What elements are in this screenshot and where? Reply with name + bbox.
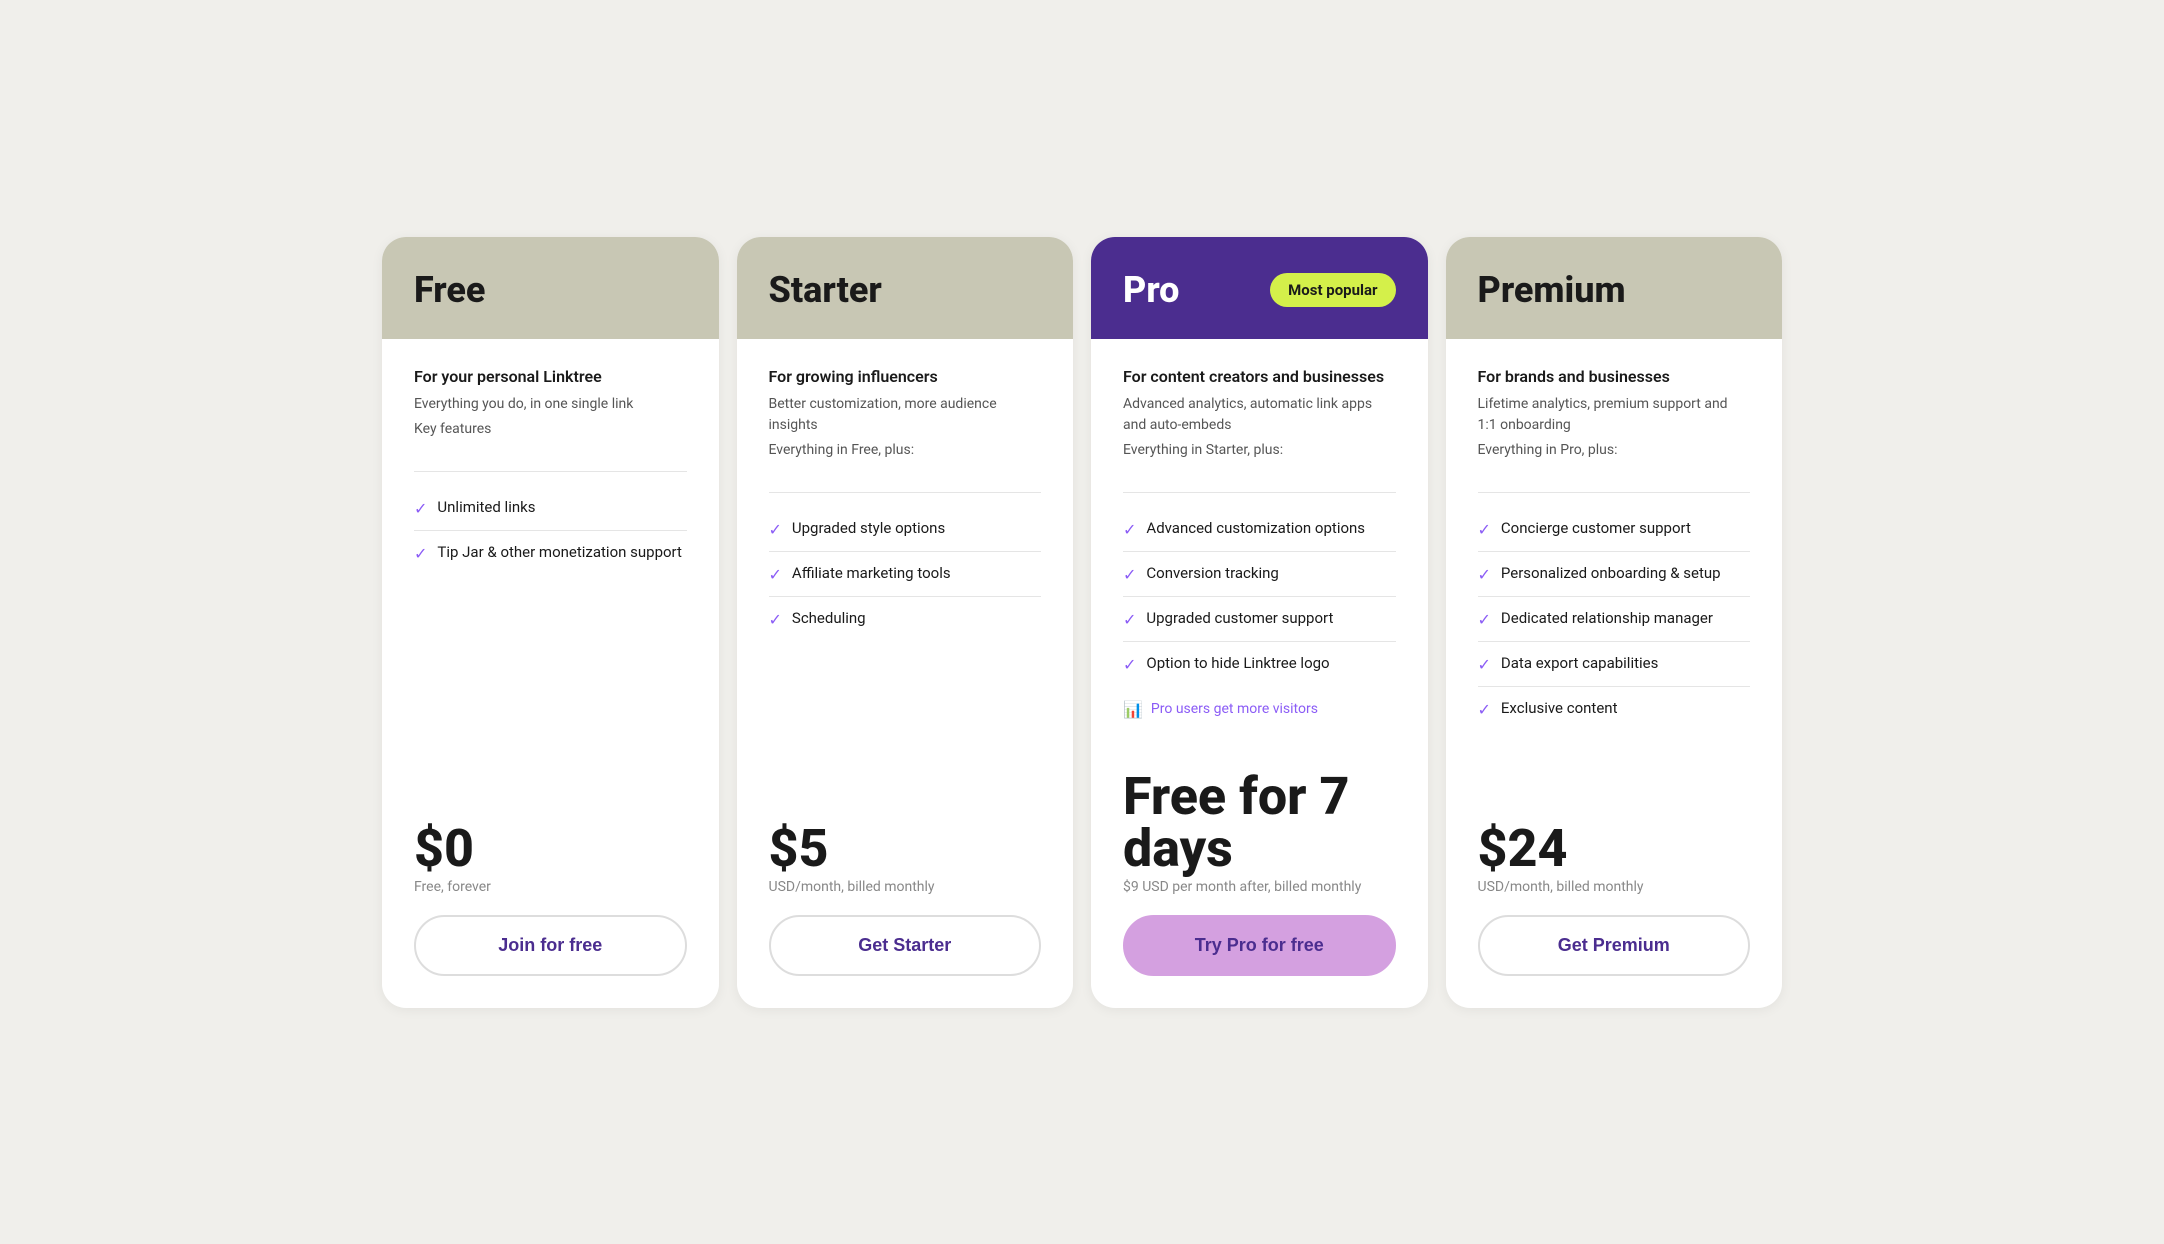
card-header-starter: Starter [737, 237, 1074, 339]
feature-list-premium: ✓ Concierge customer support ✓ Personalized… [1478, 507, 1751, 771]
cta-button-free[interactable]: Join for free [414, 915, 687, 976]
card-header-pro: Pro Most popular [1091, 237, 1428, 339]
card-header-premium: Premium [1446, 237, 1783, 339]
price-pro: Free for 7 days [1123, 771, 1396, 875]
feature-item: ✓ Advanced customization options [1123, 507, 1396, 552]
feature-text: Conversion tracking [1146, 564, 1278, 582]
feature-item: ✓ Conversion tracking [1123, 552, 1396, 597]
feature-item: ✓ Upgraded style options [769, 507, 1042, 552]
check-icon: ✓ [1478, 610, 1491, 629]
card-footer-premium: $24 USD/month, billed monthly Get Premium [1446, 799, 1783, 1008]
feature-text: Upgraded customer support [1146, 609, 1333, 627]
feature-list-free: ✓ Unlimited links ✓ Tip Jar & other monetiz… [414, 486, 687, 771]
card-footer-free: $0 Free, forever Join for free [382, 799, 719, 1008]
feature-text: Tip Jar & other monetization support [437, 543, 682, 561]
plan-name-starter: Starter [769, 269, 882, 311]
feature-item: ✓ Scheduling [769, 597, 1042, 641]
plan-tagline-starter: For growing influencers [769, 367, 1042, 386]
cta-button-starter[interactable]: Get Starter [769, 915, 1042, 976]
plan-name-pro: Pro [1123, 269, 1179, 311]
price-sub-starter: USD/month, billed monthly [769, 879, 1042, 895]
check-icon: ✓ [414, 544, 427, 563]
feature-text: Personalized onboarding & setup [1501, 564, 1721, 582]
plan-name-free: Free [414, 269, 485, 311]
check-icon: ✓ [1123, 655, 1136, 674]
pricing-card-premium: Premium For brands and businesses Lifetime… [1446, 237, 1783, 1008]
promo-text: Pro users get more visitors [1151, 701, 1318, 717]
check-icon: ✓ [769, 610, 782, 629]
plan-tagline-premium: For brands and businesses [1478, 367, 1751, 386]
card-body-premium: For brands and businesses Lifetime analyt… [1446, 339, 1783, 799]
feature-item: ✓ Dedicated relationship manager [1478, 597, 1751, 642]
most-popular-badge: Most popular [1270, 273, 1395, 307]
feature-item: ✓ Personalized onboarding & setup [1478, 552, 1751, 597]
plan-tagline-pro: For content creators and businesses [1123, 367, 1396, 386]
feature-text: Dedicated relationship manager [1501, 609, 1713, 627]
check-icon: ✓ [414, 499, 427, 518]
pricing-card-pro: Pro Most popular For content creators and … [1091, 237, 1428, 1008]
plan-description-starter: Better customization, more audience insi… [769, 394, 1042, 436]
plan-description-free: Everything you do, in one single link [414, 394, 687, 415]
feature-text: Exclusive content [1501, 699, 1618, 717]
price-sub-premium: USD/month, billed monthly [1478, 879, 1751, 895]
cta-button-premium[interactable]: Get Premium [1478, 915, 1751, 976]
card-body-free: For your personal Linktree Everything you… [382, 339, 719, 799]
plan-description-premium: Lifetime analytics, premium support and … [1478, 394, 1751, 436]
plan-tagline-free: For your personal Linktree [414, 367, 687, 386]
feature-list-starter: ✓ Upgraded style options ✓ Affiliate market… [769, 507, 1042, 771]
price-sub-free: Free, forever [414, 879, 687, 895]
card-body-starter: For growing influencers Better customizat… [737, 339, 1074, 799]
plan-name-premium: Premium [1478, 269, 1626, 311]
feature-text: Concierge customer support [1501, 519, 1691, 537]
pricing-grid: Free For your personal Linktree Everything… [382, 237, 1782, 1008]
check-icon: ✓ [1123, 610, 1136, 629]
feature-item: ✓ Option to hide Linktree logo [1123, 642, 1396, 686]
check-icon: ✓ [769, 520, 782, 539]
price-sub-pro: $9 USD per month after, billed monthly [1123, 879, 1396, 895]
feature-item: ✓ Upgraded customer support [1123, 597, 1396, 642]
plan-description-pro: Advanced analytics, automatic link apps … [1123, 394, 1396, 436]
check-icon: ✓ [1478, 520, 1491, 539]
price-premium: $24 [1478, 823, 1751, 875]
check-icon: ✓ [1478, 565, 1491, 584]
feature-list-pro: ✓ Advanced customization options ✓ Conversi… [1123, 507, 1396, 686]
feature-item: ✓ Data export capabilities [1478, 642, 1751, 687]
feature-item: ✓ Concierge customer support [1478, 507, 1751, 552]
plan-includes-starter: Everything in Free, plus: [769, 442, 1042, 458]
plan-includes-free: Key features [414, 421, 687, 437]
check-icon: ✓ [1123, 520, 1136, 539]
card-footer-starter: $5 USD/month, billed monthly Get Starter [737, 799, 1074, 1008]
feature-text: Option to hide Linktree logo [1146, 654, 1329, 672]
check-icon: ✓ [1123, 565, 1136, 584]
check-icon: ✓ [769, 565, 782, 584]
price-starter: $5 [769, 823, 1042, 875]
card-body-pro: For content creators and businesses Advan… [1091, 339, 1428, 747]
pricing-card-free: Free For your personal Linktree Everything… [382, 237, 719, 1008]
check-icon: ✓ [1478, 655, 1491, 674]
feature-text: Unlimited links [437, 498, 535, 516]
feature-item: ✓ Tip Jar & other monetization support [414, 531, 687, 575]
feature-text: Upgraded style options [792, 519, 945, 537]
pricing-card-starter: Starter For growing influencers Better cus… [737, 237, 1074, 1008]
check-icon: ✓ [1478, 700, 1491, 719]
bar-chart-icon: 📊 [1123, 700, 1143, 719]
feature-text: Scheduling [792, 609, 866, 627]
price-free: $0 [414, 823, 687, 875]
card-header-free: Free [382, 237, 719, 339]
feature-item: ✓ Unlimited links [414, 486, 687, 531]
feature-text: Advanced customization options [1146, 519, 1365, 537]
card-footer-pro: Free for 7 days $9 USD per month after, b… [1091, 747, 1428, 1008]
pro-promo: 📊 Pro users get more visitors [1123, 686, 1396, 719]
feature-text: Data export capabilities [1501, 654, 1658, 672]
feature-text: Affiliate marketing tools [792, 564, 951, 582]
plan-includes-premium: Everything in Pro, plus: [1478, 442, 1751, 458]
feature-item: ✓ Affiliate marketing tools [769, 552, 1042, 597]
plan-includes-pro: Everything in Starter, plus: [1123, 442, 1396, 458]
feature-item: ✓ Exclusive content [1478, 687, 1751, 731]
cta-button-pro[interactable]: Try Pro for free [1123, 915, 1396, 976]
